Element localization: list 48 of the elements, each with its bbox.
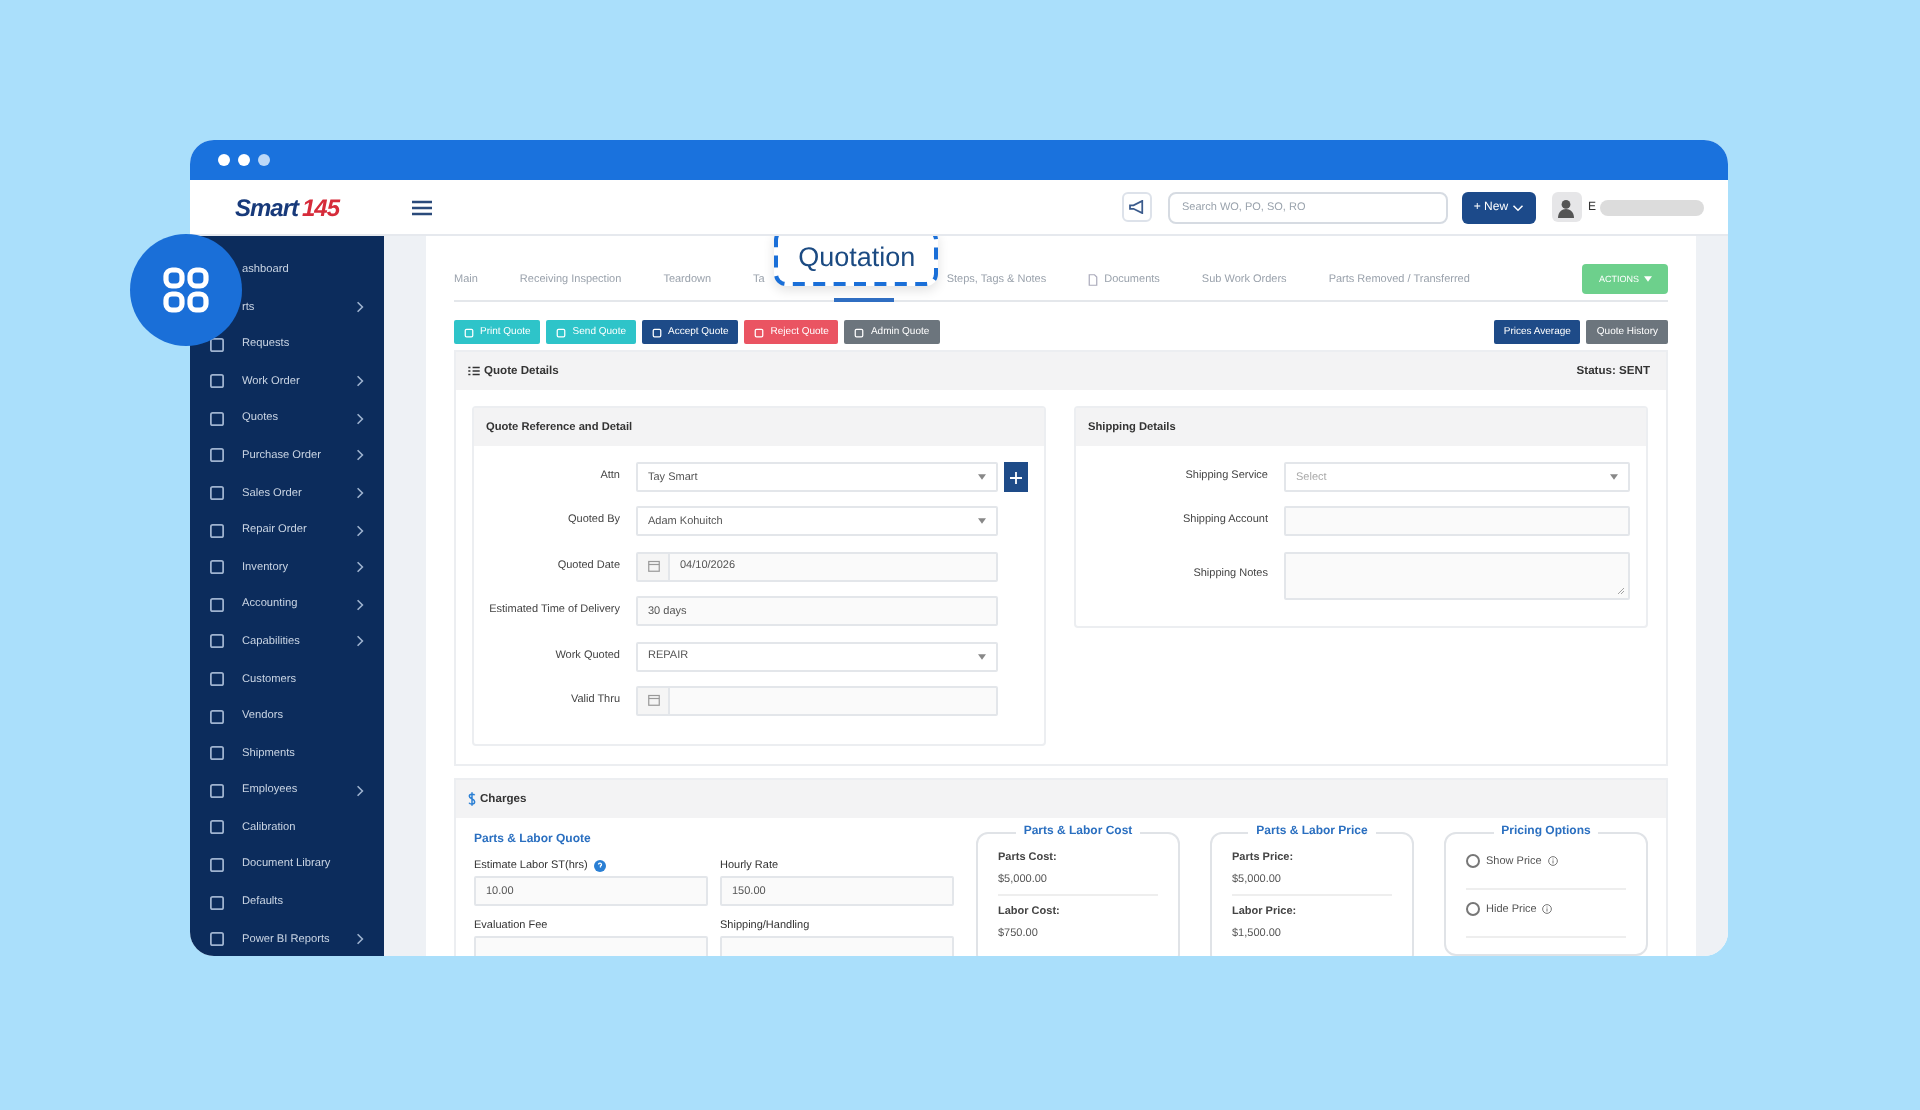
plus-icon bbox=[1010, 471, 1022, 483]
notes-field[interactable] bbox=[1284, 551, 1630, 600]
info-icon[interactable] bbox=[1547, 856, 1558, 866]
square-icon bbox=[854, 327, 865, 337]
chevron-right-icon[interactable] bbox=[356, 411, 364, 426]
caret-icon bbox=[978, 474, 986, 480]
chevron-right-icon[interactable] bbox=[356, 597, 364, 612]
square-icon bbox=[651, 327, 662, 337]
square-icon bbox=[464, 327, 474, 337]
caret-icon bbox=[1610, 474, 1618, 480]
chevron-right-icon[interactable] bbox=[356, 932, 364, 947]
caret-icon bbox=[978, 653, 986, 660]
menu-icon[interactable] bbox=[412, 199, 432, 215]
help-icon[interactable] bbox=[593, 860, 606, 872]
person-icon bbox=[1556, 197, 1577, 217]
window-dot bbox=[238, 154, 250, 166]
avatar[interactable] bbox=[1551, 192, 1582, 222]
window-dot bbox=[218, 154, 230, 166]
chevron-right-icon[interactable] bbox=[356, 783, 364, 798]
megaphone-icon bbox=[1127, 200, 1146, 214]
radio-button[interactable] bbox=[1466, 902, 1480, 916]
chevron-right-icon[interactable] bbox=[356, 634, 364, 649]
square-icon bbox=[754, 327, 765, 337]
window-dot bbox=[258, 154, 270, 166]
calendar-icon bbox=[647, 694, 659, 707]
square-icon bbox=[556, 327, 567, 337]
radio-button[interactable] bbox=[1466, 854, 1480, 868]
chevron-right-icon[interactable] bbox=[356, 374, 364, 389]
dollar-icon bbox=[468, 792, 476, 806]
add-button[interactable] bbox=[1004, 462, 1028, 492]
chevron-right-icon[interactable] bbox=[356, 300, 364, 315]
chevron-right-icon[interactable] bbox=[356, 448, 364, 463]
chevron-down-icon bbox=[1512, 203, 1525, 211]
chevron-right-icon[interactable] bbox=[356, 486, 364, 501]
text-field[interactable] bbox=[1284, 506, 1630, 537]
chevron-right-icon[interactable] bbox=[356, 560, 364, 575]
grid-icon bbox=[162, 266, 210, 314]
tab[interactable]: Quotation bbox=[774, 236, 939, 286]
date-field[interactable] bbox=[636, 685, 998, 716]
calendar-icon bbox=[647, 560, 659, 573]
chevron-right-icon[interactable] bbox=[356, 523, 364, 538]
blurred-name-bar bbox=[1600, 199, 1704, 215]
list-icon bbox=[468, 366, 480, 376]
caret-icon bbox=[1643, 276, 1651, 282]
info-icon[interactable] bbox=[1542, 904, 1553, 914]
caret-icon bbox=[978, 518, 986, 525]
megaphone-button[interactable] bbox=[1121, 192, 1152, 222]
resize-grip-icon bbox=[1618, 587, 1624, 594]
